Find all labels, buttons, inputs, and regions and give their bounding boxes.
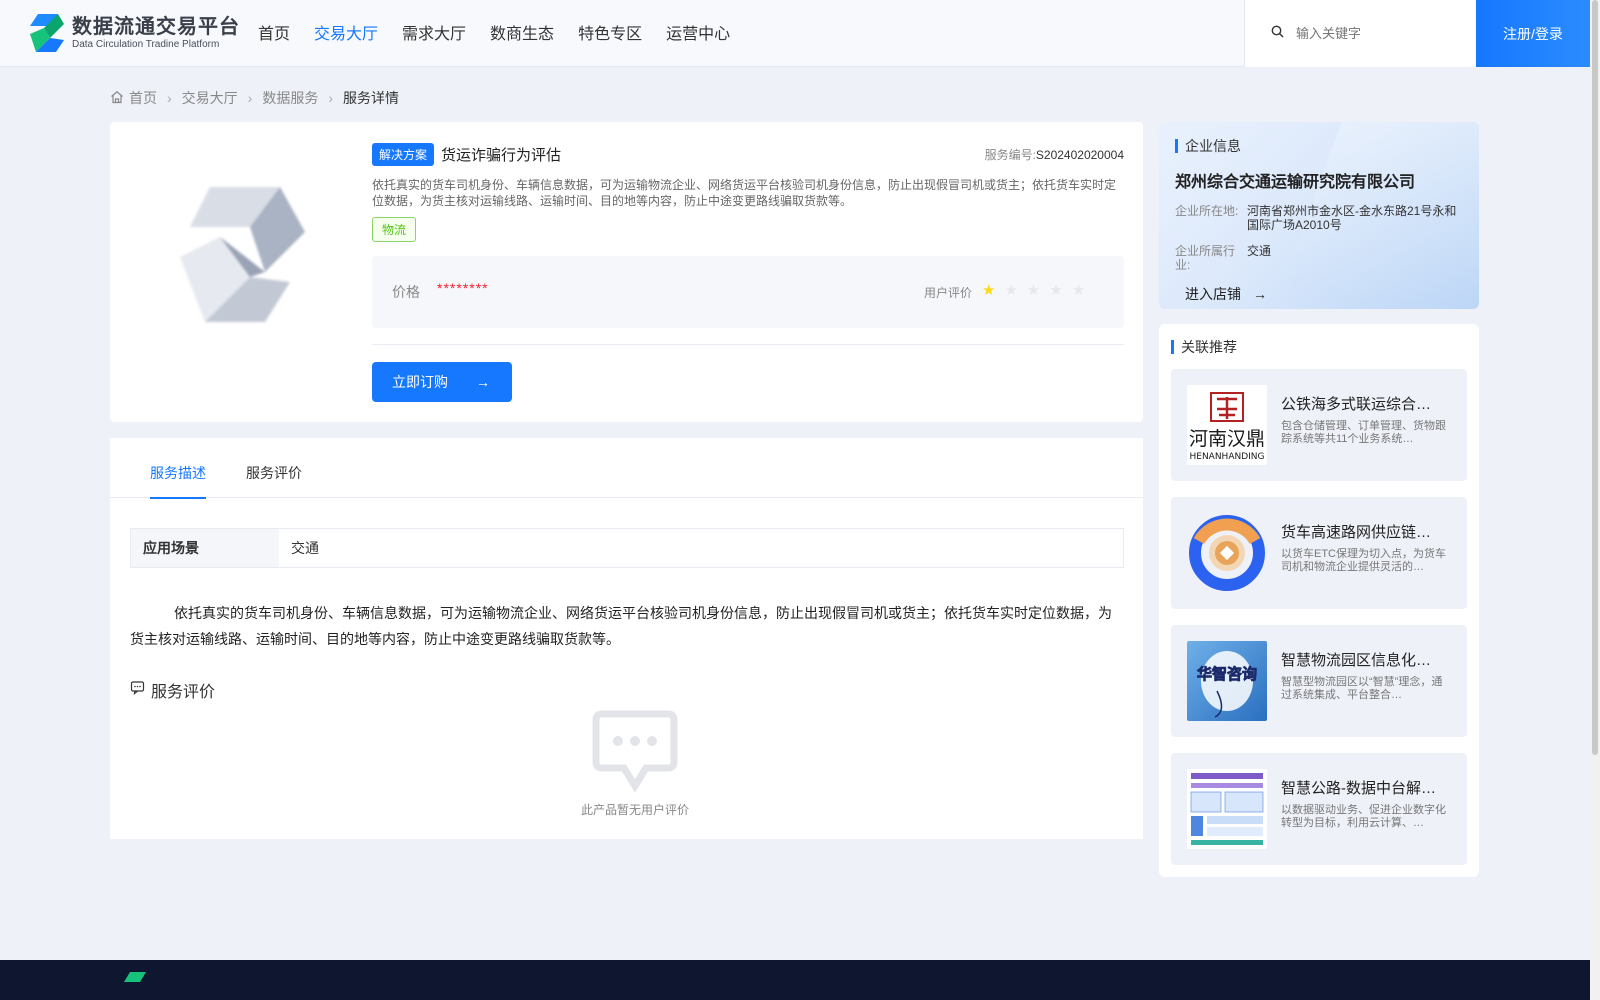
top-header: 数据流通交易平台 Data Circulation Tradine Platfo… [0,0,1590,67]
related-recommendations: 关联推荐 河南汉鼎 HENANHANDING 公铁海多式联运综合… 包含仓储管理… [1159,324,1479,877]
search-icon[interactable] [1271,25,1284,43]
chevron-right-icon: › [247,90,253,106]
company-card: 企业信息 郑州综合交通运输研究院有限公司 企业所在地: 河南省郑州市金水区-金水东… [1159,122,1479,309]
related-item-desc: 包含仓储管理、订单管理、货物跟踪系统等共11个业务系统… [1281,420,1446,445]
arrow-right-icon: → [476,374,490,390]
product-card: 解决方案 货运诈骗行为评估 服务编号:S202402020004 依托真实的货车… [110,122,1143,422]
login-register-button[interactable]: 注册/登录 [1476,0,1590,67]
related-item[interactable]: 智慧公路-数据中台解… 以数据驱动业务、促进企业数字化转型为目标，利用云计算、… [1171,753,1467,865]
related-item[interactable]: 河南汉鼎 HENANHANDING 公铁海多式联运综合… 包含仓储管理、订单管理… [1171,369,1467,481]
industry-label: 企业所属行业: [1175,244,1236,272]
home-icon[interactable] [110,90,124,107]
main-nav: 首页 交易大厅 需求大厅 数商生态 特色专区 运营中心 [258,0,754,67]
company-section-label: 企业信息 [1185,138,1241,154]
service-number-label: 服务编号: [984,147,1036,162]
star-icon: ★ [1049,282,1063,299]
breadcrumb-current: 服务详情 [343,90,400,106]
footer-logo-icon [122,970,152,990]
order-now-button[interactable]: 立即订购 → [372,362,512,402]
search-box [1244,0,1476,67]
empty-reviews-text: 此产品暂无用户评价 [580,803,689,817]
star-icon: ★ [982,282,996,299]
related-item-title: 智慧公路-数据中台解… [1281,780,1436,797]
nav-item-ecosystem[interactable]: 数商生态 [490,0,554,67]
divider [372,344,1124,345]
related-item-title: 智慧物流园区信息化… [1281,652,1432,669]
logo-title: 数据流通交易平台 [72,16,240,38]
breadcrumb-data-service[interactable]: 数据服务 [262,88,318,108]
breadcrumb: 首页 › 交易大厅 › 数据服务 › 服务详情 [110,88,399,108]
company-industry: 交通 [1247,244,1272,258]
related-section-label: 关联推荐 [1181,339,1237,355]
chevron-right-icon: › [328,90,334,106]
product-image [170,177,310,327]
related-section-title: 关联推荐 [1171,337,1237,357]
breadcrumb-home[interactable]: 首页 [129,88,157,108]
detail-tabs: 服务描述 服务评价 [110,438,1143,499]
tab-service-reviews[interactable]: 服务评价 [246,438,302,498]
related-item-title: 公铁海多式联运综合… [1281,396,1432,413]
company-location: 河南省郑州市金水区-金水东路21号永和国际广场A2010号 [1247,204,1457,232]
service-long-description: 依托真实的货车司机身份、车辆信息数据，可为运输物流企业、网络货运平台核验司机身份… [130,605,1112,647]
service-number: 服务编号:S202402020004 [985,146,1124,163]
empty-reviews: 此产品暂无用户评价 [560,708,710,818]
nav-item-home[interactable]: 首页 [258,0,290,67]
category-tag: 物流 [372,217,417,242]
related-item-desc: 智慧型物流园区以“智慧”理念，通过系统集成、平台整合… [1281,676,1443,701]
order-now-label: 立即订购 [392,374,448,390]
related-item-desc: 以货车ETC保理为切入点，为货车司机和物流企业提供灵活的… [1281,548,1446,573]
scrollbar-thumb[interactable] [1592,0,1598,755]
price-panel: 价格 ******** 用户评价 ★ ★ ★ ★ ★ [372,256,1124,328]
logo-subtitle: Data Circulation Tradine Platform [72,39,220,50]
star-icon: ★ [1071,282,1086,299]
star-icon: ★ [1004,282,1018,299]
solution-tag: 解决方案 [372,142,435,166]
rating-stars: ★ ★ ★ ★ ★ [982,281,1094,299]
nav-item-demand-hall[interactable]: 需求大厅 [402,0,466,67]
nav-item-operations[interactable]: 运营中心 [666,0,730,67]
nav-item-trading-hall[interactable]: 交易大厅 [314,0,378,67]
comment-icon [130,680,145,700]
related-thumbnail [1187,769,1267,849]
review-section-title: 服务评价 [130,678,215,702]
enter-store-button[interactable]: 进入店铺 → [1175,284,1465,304]
related-item[interactable]: 货车高速路网供应链… 以货车ETC保理为切入点，为货车司机和物流企业提供灵活的… [1171,497,1467,609]
related-thumbnail: 河南汉鼎 HENANHANDING [1187,385,1267,465]
thumb-logo-sub: HENANHANDING [1189,452,1264,462]
nav-item-special-zone[interactable]: 特色专区 [578,0,642,67]
platform-logo[interactable]: 数据流通交易平台 Data Circulation Tradine Platfo… [28,12,240,54]
related-thumbnail [1187,513,1267,593]
scene-key: 应用场景 [131,529,279,567]
enter-store-label: 进入店铺 [1185,286,1241,302]
tab-service-description[interactable]: 服务描述 [150,438,206,499]
location-label: 企业所在地: [1175,204,1239,218]
rating-label: 用户评价 [924,286,973,300]
empty-comment-icon [560,708,710,799]
page-scrollbar[interactable] [1590,0,1600,1000]
related-item[interactable]: 华智咨询 智慧物流园区信息化… 智慧型物流园区以“智慧”理念，通过系统集成、平台… [1171,625,1467,737]
price-label: 价格 [392,284,420,300]
related-thumbnail: 华智咨询 [1187,641,1267,721]
chevron-right-icon: › [167,90,172,106]
product-title: 货运诈骗行为评估 [441,146,562,164]
thumb-logo-text: 华智咨询 [1197,665,1257,683]
company-name: 郑州综合交通运输研究院有限公司 [1175,174,1416,191]
logo-mark-icon [28,12,66,54]
breadcrumb-trading-hall[interactable]: 交易大厅 [182,88,238,108]
related-item-desc: 以数据驱动业务、促进企业数字化转型为目标，利用云计算、… [1281,804,1446,829]
review-title: 服务评价 [151,684,216,701]
search-input[interactable] [1296,26,1466,41]
arrow-right-icon: → [1253,286,1267,302]
company-section-title: 企业信息 [1175,136,1465,156]
page-footer [0,960,1590,1000]
scene-value: 交通 [291,540,319,556]
price-value: ******** [437,280,489,296]
service-number-value: S202402020004 [1035,147,1124,162]
product-description: 依托真实的货车司机身份、车辆信息数据，可为运输物流企业、网络货运平台核验司机身份… [372,178,1117,208]
scene-table: 应用场景 交通 [130,528,1124,568]
related-item-title: 货车高速路网供应链… [1281,524,1432,541]
star-icon: ★ [1026,282,1041,299]
thumb-logo-text: 河南汉鼎 [1189,428,1265,450]
detail-card: 服务描述 服务评价 应用场景 交通 依托真实的货车司机身份、车辆信息数据，可为运… [110,438,1143,839]
